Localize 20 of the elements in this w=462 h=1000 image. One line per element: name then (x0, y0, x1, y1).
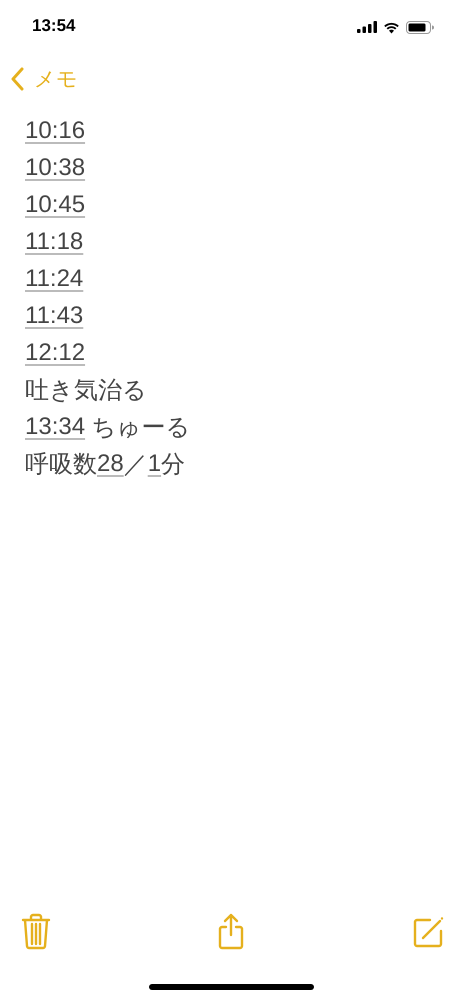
detected-link[interactable]: 28 (97, 450, 124, 478)
detected-link[interactable]: 12:12 (25, 338, 86, 366)
signal-icon (357, 21, 377, 33)
detected-link[interactable]: 10:16 (25, 116, 86, 144)
detected-link[interactable]: 10:38 (25, 154, 86, 182)
status-time: 13:54 (32, 16, 76, 36)
detected-link[interactable]: 13:34 (25, 412, 86, 440)
detected-link[interactable]: 11:18 (25, 228, 84, 256)
detected-link[interactable]: 11:43 (25, 302, 84, 330)
detected-link[interactable]: 11:24 (25, 264, 84, 292)
detected-link[interactable]: 10:45 (25, 190, 86, 218)
chevron-left-icon (10, 67, 24, 91)
wifi-icon (383, 20, 400, 34)
note-text: 分 (161, 450, 186, 480)
note-text: 呼吸数 (25, 450, 97, 480)
note-text: 吐き気治る (25, 376, 147, 406)
note-text: ／ (124, 450, 148, 480)
detected-link[interactable]: 1 (148, 450, 162, 478)
battery-icon (406, 20, 434, 34)
note-text: ちゅーる (90, 412, 191, 442)
